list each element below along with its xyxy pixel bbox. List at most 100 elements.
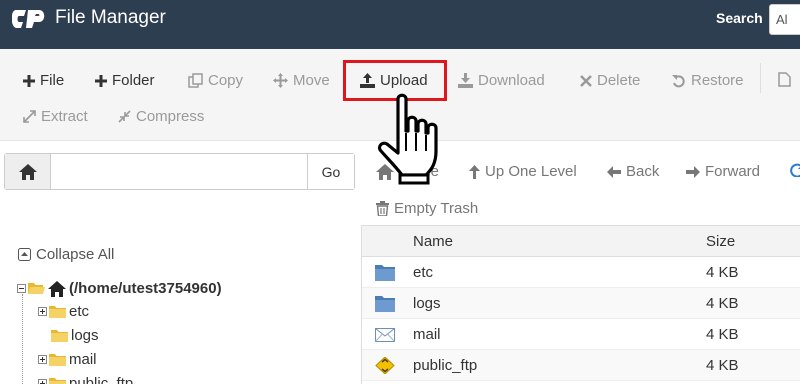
restore-button[interactable]: Restore bbox=[672, 72, 744, 89]
collapse-icon bbox=[18, 248, 31, 261]
folder-icon bbox=[375, 265, 395, 281]
delete-button[interactable]: Delete bbox=[580, 72, 640, 89]
collapse-all-button[interactable]: Collapse All bbox=[18, 246, 114, 263]
forward-label: Forward bbox=[705, 163, 761, 180]
tree-item-label: etc bbox=[69, 303, 90, 320]
file-size: 4 KB bbox=[706, 326, 739, 343]
folder-icon bbox=[49, 306, 66, 318]
file-table: Name Size etc 4 KB logs 4 KB mail 4 KB p… bbox=[361, 225, 800, 384]
restore-label: Restore bbox=[691, 72, 744, 89]
column-header-size[interactable]: Size bbox=[706, 226, 735, 257]
file-name: logs bbox=[413, 295, 441, 312]
folder-icon bbox=[49, 378, 66, 384]
mail-icon bbox=[375, 328, 395, 342]
tree-toggle-plus[interactable] bbox=[38, 307, 47, 316]
ftp-icon bbox=[375, 357, 395, 374]
compress-icon bbox=[118, 110, 131, 123]
reload-icon bbox=[790, 163, 800, 177]
file-size: 4 KB bbox=[706, 264, 739, 281]
reload-button[interactable] bbox=[790, 163, 800, 177]
table-row[interactable]: logs 4 KB bbox=[362, 288, 800, 319]
download-icon bbox=[458, 73, 473, 88]
move-icon bbox=[273, 73, 288, 88]
compress-label: Compress bbox=[136, 108, 205, 125]
home-icon bbox=[48, 280, 66, 297]
toolbar: File Folder Copy Move Upload Download De… bbox=[0, 49, 800, 141]
forward-button[interactable]: Forward bbox=[686, 163, 760, 180]
arrow-left-icon bbox=[607, 165, 621, 178]
trash-icon bbox=[376, 201, 389, 216]
compress-button[interactable]: Compress bbox=[118, 108, 204, 125]
tree-root[interactable]: (/home/utest3754960) bbox=[17, 280, 222, 297]
collapse-all-label: Collapse All bbox=[36, 246, 115, 263]
path-bar: Go bbox=[4, 153, 355, 190]
cpanel-logo-icon[interactable] bbox=[12, 6, 48, 32]
search-label: Search bbox=[716, 10, 763, 26]
undo-icon bbox=[672, 74, 685, 87]
toolbar-divider bbox=[760, 63, 761, 93]
tree-item-label: public_ftp bbox=[69, 375, 134, 384]
folder-icon bbox=[375, 296, 395, 312]
arrow-up-icon bbox=[469, 164, 480, 179]
tree-item-etc[interactable]: etc bbox=[38, 303, 89, 320]
new-folder-label: Folder bbox=[112, 72, 155, 89]
extract-label: Extract bbox=[41, 108, 88, 125]
table-row[interactable]: etc 4 KB bbox=[362, 257, 800, 288]
file-name: public_ftp bbox=[413, 357, 478, 374]
file-name: etc bbox=[413, 264, 434, 281]
tree-item-label: logs bbox=[71, 327, 99, 344]
folder-icon bbox=[51, 330, 68, 342]
file-icon bbox=[778, 72, 791, 87]
expand-icon bbox=[23, 110, 36, 123]
top-header: File Manager Search Al bbox=[0, 0, 800, 49]
path-input[interactable] bbox=[52, 154, 307, 189]
go-button[interactable]: Go bbox=[307, 154, 354, 189]
extract-button[interactable]: Extract bbox=[23, 108, 88, 125]
copy-icon bbox=[188, 73, 203, 88]
empty-trash-label: Empty Trash bbox=[394, 200, 479, 217]
home-icon bbox=[376, 163, 394, 180]
tree-root-label: (/home/utest3754960) bbox=[69, 280, 222, 297]
tree-item-logs[interactable]: logs bbox=[51, 327, 99, 344]
file-size: 4 KB bbox=[706, 357, 739, 374]
tree-item-mail[interactable]: mail bbox=[38, 351, 97, 368]
tree-item-label: mail bbox=[69, 351, 97, 368]
copy-button[interactable]: Copy bbox=[188, 72, 243, 89]
arrow-right-icon bbox=[686, 165, 700, 178]
tree-toggle-minus[interactable] bbox=[17, 284, 26, 293]
tree-item-public-ftp[interactable]: public_ftp bbox=[38, 375, 133, 384]
move-label: Move bbox=[293, 72, 330, 89]
open-folder-icon bbox=[28, 283, 45, 294]
tree-guide-line bbox=[22, 294, 23, 384]
back-button[interactable]: Back bbox=[607, 163, 659, 180]
home-icon bbox=[18, 163, 37, 180]
file-name: mail bbox=[413, 326, 441, 343]
move-button[interactable]: Move bbox=[273, 72, 330, 89]
column-header-name[interactable]: Name bbox=[413, 226, 453, 257]
download-button[interactable]: Download bbox=[458, 72, 545, 89]
copy-label: Copy bbox=[208, 72, 244, 89]
app-title: File Manager bbox=[55, 7, 166, 28]
tree-toggle-plus[interactable] bbox=[38, 355, 47, 364]
path-home-button[interactable] bbox=[5, 154, 51, 189]
empty-trash-button[interactable]: Empty Trash bbox=[376, 200, 478, 217]
new-folder-button[interactable]: Folder bbox=[95, 72, 155, 89]
back-label: Back bbox=[626, 163, 660, 180]
table-row[interactable]: public_ftp 4 KB bbox=[362, 350, 800, 381]
upload-highlight-box bbox=[343, 60, 447, 101]
up-one-level-label: Up One Level bbox=[485, 163, 577, 180]
more-button[interactable] bbox=[778, 72, 791, 87]
folder-icon bbox=[49, 354, 66, 366]
home-nav-button[interactable]: Home bbox=[376, 163, 439, 180]
times-icon bbox=[580, 74, 592, 87]
new-file-button[interactable]: File bbox=[23, 72, 64, 89]
home-nav-label: Home bbox=[399, 163, 440, 180]
file-size: 4 KB bbox=[706, 295, 739, 312]
delete-label: Delete bbox=[597, 72, 641, 89]
tree-toggle-plus[interactable] bbox=[38, 379, 47, 384]
table-row[interactable]: mail 4 KB bbox=[362, 319, 800, 350]
new-file-label: File bbox=[40, 72, 65, 89]
plus-icon bbox=[23, 74, 35, 87]
up-one-level-button[interactable]: Up One Level bbox=[469, 163, 577, 180]
search-scope-select[interactable]: Al bbox=[769, 4, 800, 35]
